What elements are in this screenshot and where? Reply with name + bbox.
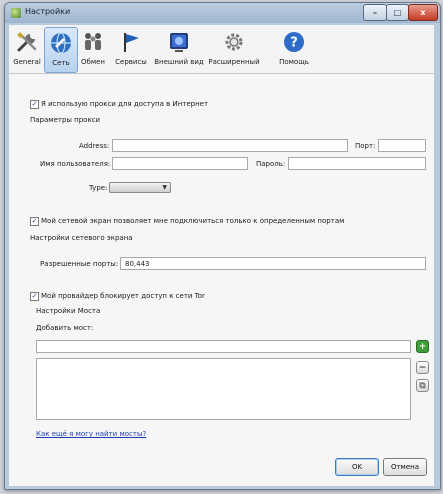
bridges-checkbox-label: Мой провайдер блокирует доступ к сети To…	[41, 292, 205, 300]
sharing-icon	[85, 33, 101, 50]
tab-appearance[interactable]: Внешний вид	[153, 27, 205, 71]
settings-window: Настройки – □ x General Сеть Обмен Серви…	[4, 2, 441, 490]
firewall-checkbox[interactable]: ✓	[30, 217, 39, 226]
title-bar[interactable]: Настройки – □ x	[5, 3, 440, 23]
allowed-ports-input[interactable]	[120, 257, 426, 270]
address-label: Address:	[79, 142, 110, 150]
tab-label: Помощь	[279, 58, 309, 66]
port-label: Порт:	[355, 142, 376, 150]
username-label: Имя пользователя:	[40, 160, 111, 168]
window-title: Настройки	[25, 7, 71, 16]
help-icon: ?	[284, 32, 304, 52]
tab-label: General	[13, 58, 41, 66]
close-button[interactable]: x	[408, 4, 438, 21]
settings-toolbar: General Сеть Обмен Сервисы Внешний вид Р…	[9, 25, 434, 74]
add-bridge-button[interactable]: +	[416, 340, 429, 353]
copy-bridge-button[interactable]: ⧉	[416, 379, 429, 392]
proxy-type-select[interactable]: ▼	[109, 182, 171, 193]
cancel-button[interactable]: Отмена	[383, 458, 427, 476]
password-input[interactable]	[288, 157, 426, 170]
type-label: Type:	[89, 184, 108, 192]
advanced-gear-icon	[225, 33, 243, 51]
remove-bridge-button[interactable]: −	[416, 361, 429, 374]
find-bridges-link[interactable]: Как ещё я могу найти мосты?	[36, 430, 146, 438]
tab-label: Расширенный	[208, 58, 260, 66]
firewall-section-title: Настройки сетевого экрана	[30, 234, 133, 242]
network-globe-icon	[51, 32, 71, 54]
proxy-section-title: Параметры прокси	[30, 116, 101, 124]
appearance-icon	[170, 33, 188, 52]
firewall-checkbox-label: Мой сетевой экран позволяет мне подключи…	[41, 217, 345, 225]
ok-button[interactable]: OK	[335, 458, 379, 476]
tab-sharing[interactable]: Обмен	[77, 27, 109, 71]
bridge-list[interactable]	[36, 358, 411, 420]
minimize-button[interactable]: –	[363, 4, 387, 21]
app-icon	[11, 8, 21, 18]
flag-icon	[124, 33, 139, 52]
tab-network[interactable]: Сеть	[44, 27, 78, 73]
username-input[interactable]	[112, 157, 248, 170]
dropdown-arrow-icon: ▼	[162, 184, 167, 191]
tab-label: Сервисы	[115, 58, 147, 66]
allowed-ports-label: Разрешенные порты:	[40, 260, 119, 268]
tab-general[interactable]: General	[11, 27, 43, 71]
proxy-checkbox[interactable]: ✓	[30, 100, 39, 109]
tab-help[interactable]: ? Помощь	[275, 27, 313, 71]
add-bridge-input[interactable]	[36, 340, 411, 353]
add-bridge-label: Добавить мост:	[36, 324, 94, 332]
svg-text:?: ?	[290, 36, 298, 51]
tools-icon	[17, 32, 37, 52]
proxy-checkbox-label: Я использую прокси для доступа в Интерне…	[41, 100, 209, 108]
maximize-button[interactable]: □	[386, 4, 409, 21]
tab-services[interactable]: Сервисы	[112, 27, 150, 71]
network-settings-panel: ✓ Я использую прокси для доступа в Интер…	[9, 74, 434, 486]
tab-label: Обмен	[81, 58, 105, 66]
address-input[interactable]	[112, 139, 348, 152]
port-input[interactable]	[378, 139, 426, 152]
tab-label: Сеть	[52, 59, 70, 67]
tab-advanced[interactable]: Расширенный	[207, 27, 261, 71]
password-label: Пароль:	[256, 160, 286, 168]
bridges-checkbox[interactable]: ✓	[30, 292, 39, 301]
tab-label: Внешний вид	[154, 58, 204, 66]
bridges-section-title: Настройки Моста	[36, 307, 101, 315]
